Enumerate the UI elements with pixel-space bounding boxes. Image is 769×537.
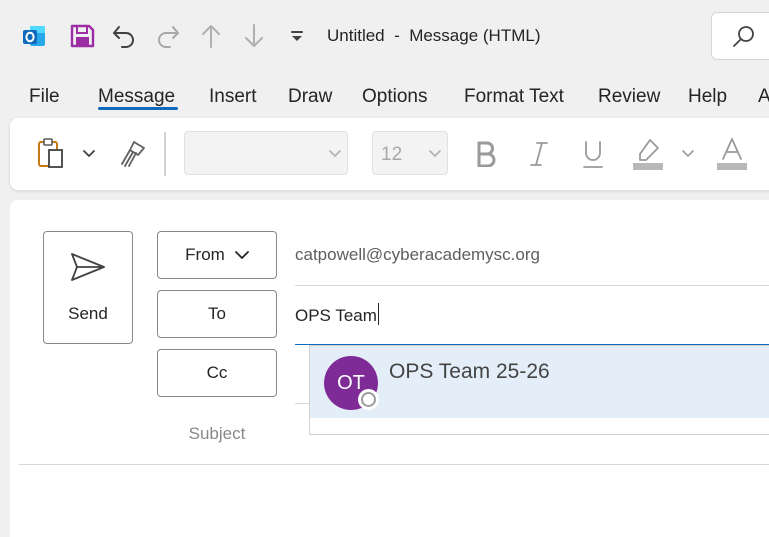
ribbon-divider bbox=[164, 132, 166, 176]
outlook-icon[interactable] bbox=[20, 22, 48, 50]
highlight-icon[interactable] bbox=[630, 134, 666, 174]
suggestion-name: OPS Team 25-26 bbox=[389, 360, 550, 383]
chevron-down-icon bbox=[429, 146, 441, 161]
from-address: catpowell@cyberacademysc.org bbox=[295, 245, 540, 264]
from-button[interactable]: From bbox=[157, 231, 277, 279]
chevron-down-icon bbox=[234, 245, 249, 265]
tab-review[interactable]: Review bbox=[598, 86, 660, 108]
paste-dropdown-icon[interactable] bbox=[80, 144, 98, 164]
italic-icon[interactable] bbox=[523, 136, 555, 172]
font-color-icon[interactable] bbox=[714, 134, 750, 174]
redo-icon[interactable] bbox=[154, 22, 182, 50]
from-label: From bbox=[185, 245, 225, 264]
chevron-down-icon bbox=[329, 146, 341, 161]
title-bar: Untitled - Message (HTML) bbox=[0, 0, 769, 74]
tab-file[interactable]: File bbox=[29, 86, 60, 108]
undo-icon[interactable] bbox=[110, 22, 138, 50]
save-icon[interactable] bbox=[68, 22, 96, 50]
tab-draw[interactable]: Draw bbox=[288, 86, 332, 108]
to-field-text: OPS Team bbox=[295, 306, 377, 325]
send-icon bbox=[71, 253, 105, 281]
highlight-dropdown-icon[interactable] bbox=[680, 144, 696, 164]
subject-label[interactable]: Subject bbox=[157, 424, 277, 444]
to-field[interactable]: OPS Team bbox=[295, 303, 379, 326]
send-label: Send bbox=[68, 304, 108, 323]
tab-format-text[interactable]: Format Text bbox=[464, 86, 564, 108]
format-painter-icon[interactable] bbox=[116, 138, 150, 170]
autocomplete-dropdown: OT OPS Team 25-26 bbox=[309, 345, 769, 435]
paste-icon[interactable] bbox=[34, 136, 68, 172]
send-button[interactable]: Send bbox=[43, 231, 133, 344]
search-box[interactable] bbox=[711, 12, 769, 60]
window-title: Untitled - Message (HTML) bbox=[327, 26, 541, 45]
font-size-dropdown[interactable]: 12 bbox=[372, 131, 448, 175]
menu-tabs: File Message Insert Draw Options Format … bbox=[0, 80, 769, 116]
search-icon bbox=[733, 26, 754, 47]
tab-help[interactable]: Help bbox=[688, 86, 727, 108]
down-arrow-icon[interactable] bbox=[240, 22, 268, 50]
autocomplete-suggestion[interactable]: OT OPS Team 25-26 bbox=[310, 346, 769, 418]
cc-label: Cc bbox=[206, 363, 228, 382]
active-tab-indicator bbox=[98, 107, 178, 110]
tab-message[interactable]: Message bbox=[98, 86, 175, 108]
cc-button[interactable]: Cc bbox=[157, 349, 277, 397]
up-arrow-icon[interactable] bbox=[197, 22, 225, 50]
font-name-dropdown[interactable] bbox=[184, 131, 348, 175]
to-button[interactable]: To bbox=[157, 290, 277, 338]
to-label: To bbox=[208, 304, 226, 323]
tab-options[interactable]: Options bbox=[362, 86, 427, 108]
tab-insert[interactable]: Insert bbox=[209, 86, 257, 108]
underline-icon[interactable] bbox=[577, 136, 609, 174]
bold-icon[interactable] bbox=[470, 136, 502, 172]
from-divider bbox=[295, 285, 769, 286]
tab-more[interactable]: A bbox=[758, 86, 769, 108]
customize-quick-access-icon[interactable] bbox=[283, 22, 311, 50]
presence-status-icon bbox=[358, 389, 379, 410]
text-caret bbox=[377, 303, 379, 325]
font-size-value: 12 bbox=[381, 144, 403, 165]
ribbon-toolbar: 12 bbox=[10, 118, 769, 190]
subject-divider bbox=[19, 464, 769, 465]
